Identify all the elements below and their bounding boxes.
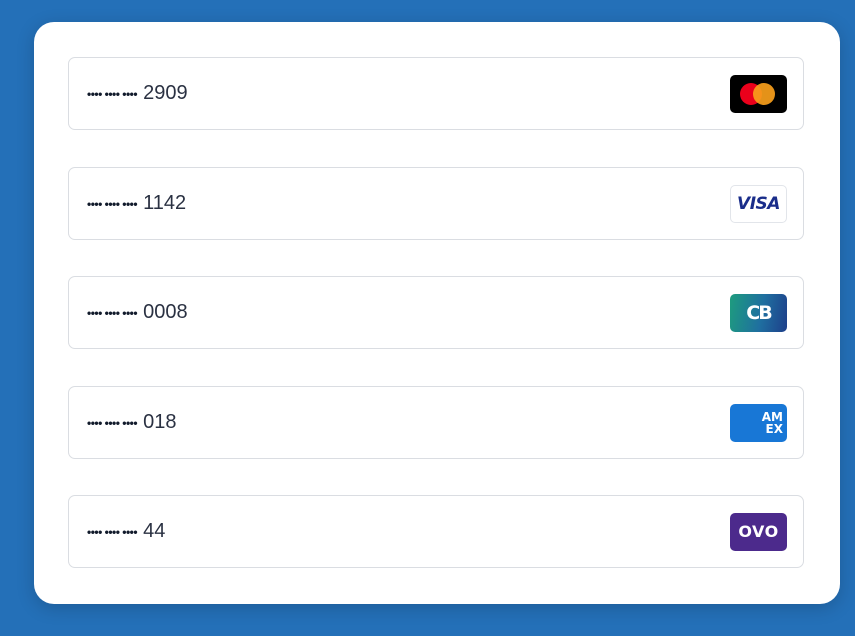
saved-card-visa[interactable]: •••• •••• •••• 1142 VISA <box>68 167 804 240</box>
card-last-digits: 1142 <box>143 192 187 214</box>
saved-card-amex[interactable]: •••• •••• •••• 018 AM EX <box>68 386 804 459</box>
card-mask: •••• •••• •••• <box>87 86 138 101</box>
saved-card-cb[interactable]: •••• •••• •••• 0008 CB <box>68 276 804 349</box>
card-last-digits: 018 <box>143 411 177 433</box>
card-number: •••• •••• •••• 44 <box>87 520 165 543</box>
card-last-digits: 0008 <box>143 301 188 323</box>
visa-logo-icon: VISA <box>730 184 787 223</box>
card-last-digits: 2909 <box>143 82 188 104</box>
saved-cards-panel: •••• •••• •••• 2909 •••• •••• •••• 1142 … <box>34 22 840 604</box>
cb-logo-icon: CB <box>730 293 787 332</box>
card-number: •••• •••• •••• 018 <box>87 411 176 434</box>
visa-logo-text: VISA <box>737 193 780 214</box>
ovo-logo-icon: OVO <box>730 512 787 551</box>
card-mask: •••• •••• •••• <box>87 415 138 430</box>
saved-card-mastercard[interactable]: •••• •••• •••• 2909 <box>68 57 804 130</box>
saved-card-ovo[interactable]: •••• •••• •••• 44 OVO <box>68 495 804 568</box>
cb-logo-text: CB <box>746 301 772 324</box>
amex-logo-text-top: AM <box>761 409 783 424</box>
card-number: •••• •••• •••• 2909 <box>87 82 188 105</box>
card-mask: •••• •••• •••• <box>87 196 138 211</box>
ovo-logo-text: OVO <box>738 522 779 541</box>
amex-logo-text-bottom: EX <box>765 421 783 436</box>
card-last-digits: 44 <box>143 520 166 542</box>
card-number: •••• •••• •••• 1142 <box>87 192 186 215</box>
card-mask: •••• •••• •••• <box>87 524 138 539</box>
mastercard-logo-icon <box>730 74 787 113</box>
amex-logo-icon: AM EX <box>730 403 787 442</box>
card-number: •••• •••• •••• 0008 <box>87 301 188 324</box>
card-mask: •••• •••• •••• <box>87 305 138 320</box>
